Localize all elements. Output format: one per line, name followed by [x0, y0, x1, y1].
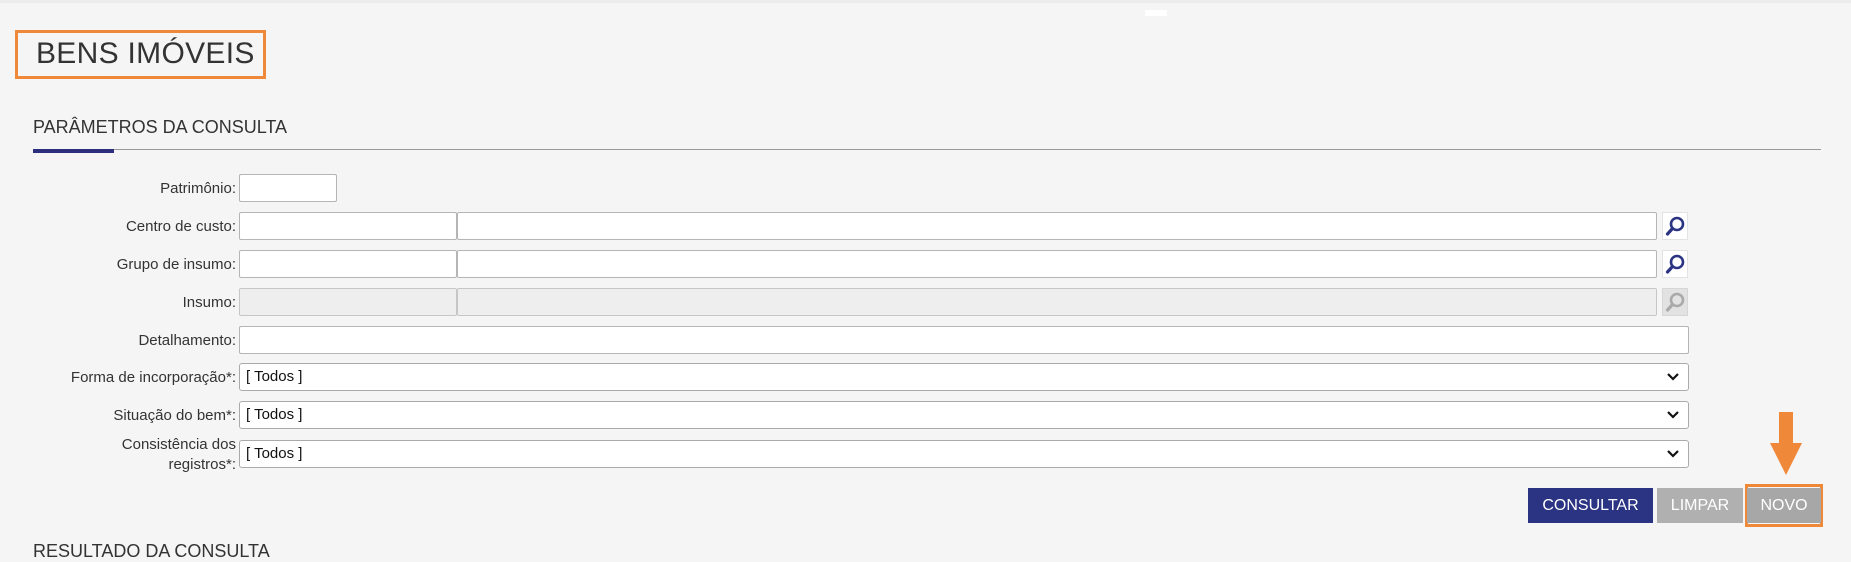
- insumo-description-input: [457, 288, 1657, 316]
- situacao-bem-label: Situação do bem*:: [113, 407, 236, 424]
- forma-incorporacao-label: Forma de incorporação*:: [70, 369, 236, 386]
- detalhamento-input[interactable]: [239, 326, 1689, 354]
- section-title-parametros: PARÂMETROS DA CONSULTA: [33, 117, 288, 137]
- consistencia-registros-select[interactable]: [ Todos ]: [239, 440, 1689, 468]
- magnifier-icon: [1665, 292, 1685, 312]
- limpar-button[interactable]: LIMPAR: [1657, 488, 1743, 523]
- situacao-bem-selected-value: [ Todos ]: [246, 406, 303, 423]
- centro-custo-code-input[interactable]: [239, 212, 457, 240]
- magnifier-icon: [1665, 254, 1685, 274]
- consistencia-registros-selected-value: [ Todos ]: [246, 445, 303, 462]
- grupo-insumo-label: Grupo de insumo:: [116, 256, 236, 273]
- section-title-resultado: RESULTADO DA CONSULTA: [33, 541, 270, 561]
- patrimonio-input[interactable]: [239, 174, 337, 202]
- consistencia-label-line2: registros*:: [168, 456, 236, 473]
- forma-incorporacao-select[interactable]: [ Todos ]: [239, 363, 1689, 391]
- centro-custo-description-input[interactable]: [457, 212, 1657, 240]
- top-border: [0, 0, 1851, 3]
- situacao-bem-select[interactable]: [ Todos ]: [239, 401, 1689, 429]
- consistencia-label-line1: Consistência dos: [121, 436, 236, 453]
- novo-button[interactable]: NOVO: [1747, 488, 1821, 523]
- section-accent-bar: [33, 149, 114, 153]
- grupo-insumo-search-button[interactable]: [1662, 250, 1688, 278]
- page-title-highlight: BENS IMÓVEIS: [15, 30, 266, 79]
- grupo-insumo-description-input[interactable]: [457, 250, 1657, 278]
- forma-incorporacao-selected-value: [ Todos ]: [246, 368, 303, 385]
- patrimonio-label: Patrimônio:: [160, 180, 236, 197]
- chevron-down-icon: [1667, 373, 1679, 381]
- insumo-search-button: [1662, 288, 1688, 316]
- consultar-button[interactable]: CONSULTAR: [1528, 488, 1653, 523]
- chevron-down-icon: [1667, 411, 1679, 419]
- magnifier-icon: [1665, 216, 1685, 236]
- page-title: BENS IMÓVEIS: [36, 37, 255, 70]
- grupo-insumo-code-input[interactable]: [239, 250, 457, 278]
- top-tab-marker: [1145, 10, 1167, 16]
- arrow-down-icon: [1770, 412, 1802, 475]
- section-divider: [33, 149, 1821, 150]
- insumo-label: Insumo:: [182, 294, 236, 311]
- chevron-down-icon: [1667, 450, 1679, 458]
- centro-custo-label: Centro de custo:: [125, 218, 236, 235]
- insumo-code-input: [239, 288, 457, 316]
- detalhamento-label: Detalhamento:: [138, 332, 236, 349]
- consistencia-registros-label: Consistência dos registros*:: [6, 435, 236, 475]
- centro-custo-search-button[interactable]: [1662, 212, 1688, 240]
